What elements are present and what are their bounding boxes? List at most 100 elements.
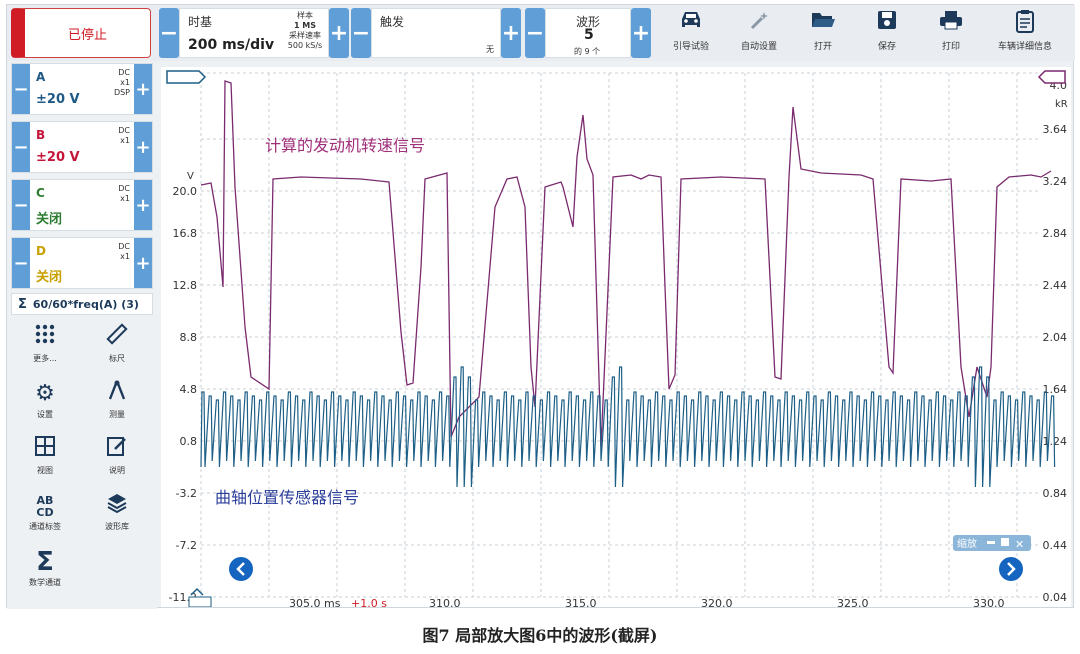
math-channels-button[interactable]: Σ 数学通道	[15, 547, 75, 588]
timebase-label: 时基	[188, 15, 213, 29]
picoscope-window: 已停止 − 时基 200 ms/div 样本 1 MS 采样速率 500 kS/…	[6, 4, 1075, 610]
zoom-close-icon[interactable]: ✕	[1015, 538, 1024, 551]
scroll-left-button[interactable]	[229, 557, 253, 581]
channel-a-decrease-button[interactable]: −	[12, 64, 30, 114]
right-axis-unit: kR	[1055, 99, 1068, 110]
channel-a-panel[interactable]: − A ±20 V DC x1 DSP +	[11, 63, 153, 115]
x-tick: 330.0	[973, 597, 1005, 607]
guided-test-button[interactable]: 引导试验	[659, 9, 723, 57]
trigger-increase-button[interactable]: +	[501, 8, 521, 58]
wand-icon	[727, 9, 791, 39]
x-tick: 325.0	[837, 597, 869, 607]
more-button[interactable]: 更多...	[15, 323, 75, 364]
channel-b-coupling: DC x1	[118, 126, 130, 145]
channel-b-panel[interactable]: − B ±20 V DC x1 +	[11, 121, 153, 173]
left-axis-tick: 8.8	[180, 331, 198, 344]
left-axis-tick: 0.8	[180, 435, 198, 448]
channel-d-name: D	[36, 244, 46, 258]
right-axis-tick: 0.04	[1043, 591, 1068, 604]
channel-c-increase-button[interactable]: +	[134, 180, 152, 230]
scope-plot[interactable]: 20.016.812.88.84.80.8-3.2-7.2-11.24.03.6…	[161, 67, 1071, 610]
channel-a-name: A	[36, 70, 46, 84]
channel-d-decrease-button[interactable]: −	[12, 238, 30, 288]
abcd-icon: AB CD	[36, 494, 54, 519]
notes-button[interactable]: 说明	[87, 435, 147, 476]
x-tick: 310.0	[429, 597, 461, 607]
print-icon	[919, 9, 983, 39]
right-axis-tick: 2.44	[1043, 279, 1068, 292]
right-axis-tick: 0.84	[1043, 487, 1068, 500]
crank-trace	[200, 366, 1056, 488]
ruler-handle[interactable]	[188, 596, 212, 608]
gear-icon: ⚙	[35, 381, 55, 406]
channel-a-marker[interactable]	[166, 70, 207, 84]
zoom-restore-icon[interactable]	[1001, 538, 1009, 546]
channel-labels-button[interactable]: AB CD 通道标签	[15, 491, 75, 532]
left-axis-tick: 16.8	[173, 227, 198, 240]
trigger-mode: 无	[486, 45, 494, 54]
waveform-total: 的 9 个	[574, 47, 601, 56]
sigma-icon: Σ	[36, 547, 54, 577]
save-button[interactable]: 保存	[855, 9, 919, 57]
trigger-decrease-button[interactable]: −	[351, 8, 371, 58]
right-axis-tick: 2.84	[1043, 227, 1068, 240]
left-axis-tick: 12.8	[173, 279, 198, 292]
left-panel: − A ±20 V DC x1 DSP + − B ±20 V DC x1 + − C…	[7, 61, 157, 609]
library-icon	[87, 491, 147, 521]
x-tick: 320.0	[701, 597, 733, 607]
timebase-panel[interactable]: 时基 200 ms/div 样本 1 MS 采样速率 500 kS/s	[179, 8, 329, 58]
auto-setup-button[interactable]: 自动设置	[727, 9, 791, 57]
samples-increase-button[interactable]: +	[329, 8, 349, 58]
waveform-prev-button[interactable]: −	[525, 8, 545, 58]
waveform-panel[interactable]: 波形 5 的 9 个	[545, 8, 631, 58]
timebase-decrease-button[interactable]: −	[159, 8, 179, 58]
view-button[interactable]: 视图	[15, 435, 75, 476]
channel-d-coupling: DC x1	[118, 242, 130, 261]
channel-a-increase-button[interactable]: +	[134, 64, 152, 114]
scope-view[interactable]: 20.0 16.8 12.8 8.8 4.8 0.8 -3.2 -7.2 -11.2 4.0 3.6…	[161, 67, 1071, 610]
left-axis-unit: V	[187, 171, 194, 182]
x-offset-label: +1.0 s	[351, 597, 387, 607]
more-icon	[15, 323, 75, 353]
channel-d-increase-button[interactable]: +	[134, 238, 152, 288]
top-toolbar: 已停止 − 时基 200 ms/div 样本 1 MS 采样速率 500 kS/…	[7, 5, 1075, 61]
zoom-control[interactable]: 缩放 ✕	[953, 535, 1031, 551]
channel-b-decrease-button[interactable]: −	[12, 122, 30, 172]
timebase-value: 200 ms/div	[188, 37, 275, 53]
channel-d-panel[interactable]: − D 关闭 DC x1 +	[11, 237, 153, 289]
zoom-minimize-icon[interactable]	[987, 541, 995, 544]
waveform-library-button[interactable]: 波形库	[87, 491, 147, 532]
measure-button[interactable]: 测量	[87, 379, 147, 420]
channel-c-panel[interactable]: − C 关闭 DC x1 +	[11, 179, 153, 231]
math-channel-item[interactable]: Σ 60/60*freq(A) (3)	[11, 293, 153, 315]
axis-ticks: 20.016.812.88.84.80.8-3.2-7.2-11.24.03.6…	[169, 79, 1067, 604]
channel-b-increase-button[interactable]: +	[134, 122, 152, 172]
waveform-next-button[interactable]: +	[631, 8, 651, 58]
trigger-panel[interactable]: 触发 无	[371, 8, 501, 58]
sigma-icon: Σ	[18, 296, 27, 312]
print-button[interactable]: 打印	[919, 9, 983, 57]
ruler-icon	[87, 323, 147, 353]
grid-icon	[15, 435, 75, 465]
stop-button[interactable]: 已停止	[11, 8, 151, 58]
left-axis-tick: 20.0	[173, 185, 198, 198]
trigger-label: 触发	[380, 15, 405, 29]
channel-c-name: C	[36, 186, 45, 200]
channel-a-coupling: DC x1 DSP	[113, 68, 130, 97]
open-button[interactable]: 打开	[791, 9, 855, 57]
crank-signal-label: 曲轴位置传感器信号	[215, 488, 359, 507]
channel-c-decrease-button[interactable]: −	[12, 180, 30, 230]
channel-b-range: ±20 V	[36, 150, 80, 165]
note-icon	[87, 435, 147, 465]
right-axis-tick: 2.04	[1043, 331, 1068, 344]
left-axis-tick: 4.8	[180, 383, 198, 396]
vehicle-details-button[interactable]: 车辆详细信息	[985, 9, 1065, 57]
scroll-right-button[interactable]	[999, 557, 1023, 581]
settings-button[interactable]: ⚙ 设置	[15, 379, 75, 420]
sample-info: 样本 1 MS 采样速率 500 kS/s	[287, 11, 323, 50]
channel-d-range: 关闭	[36, 270, 63, 285]
x-tick: 305.0 ms	[289, 597, 341, 607]
math-channel-marker[interactable]	[1037, 70, 1066, 84]
ruler-button[interactable]: 标尺	[87, 323, 147, 364]
rpm-signal-label: 计算的发动机转速信号	[265, 136, 425, 155]
